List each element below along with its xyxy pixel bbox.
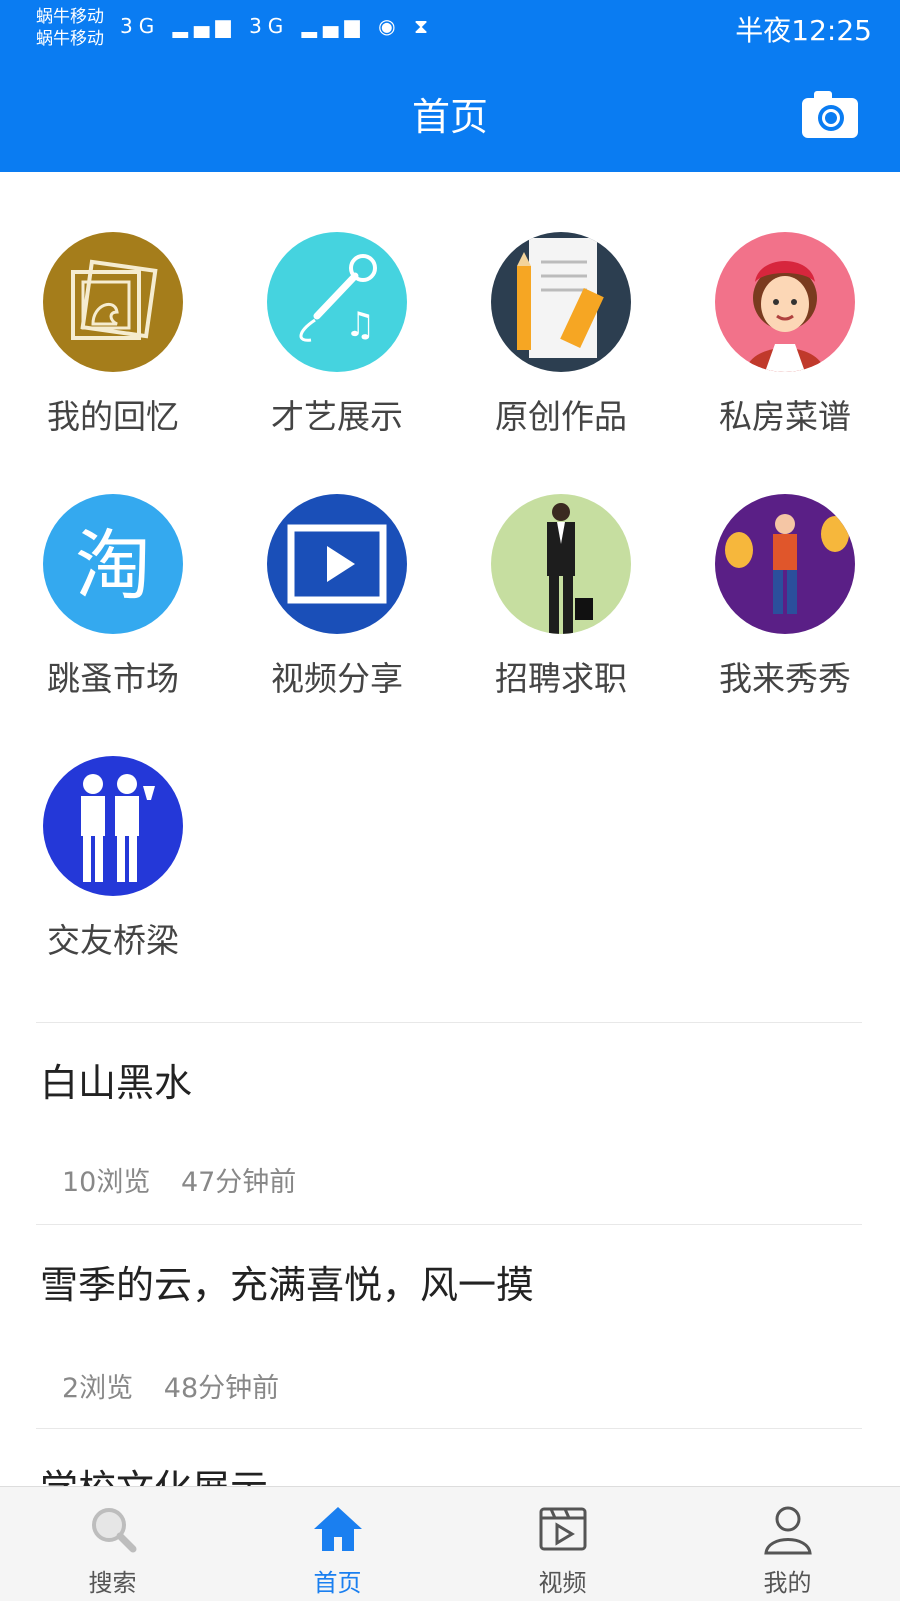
- category-label: 原创作品: [495, 397, 627, 436]
- category-recipes[interactable]: 私房菜谱: [695, 232, 875, 438]
- app-header: 首页: [0, 64, 900, 172]
- post-time: 47分钟前: [180, 1167, 297, 1198]
- category-flea-market[interactable]: 淘 跳蚤市场: [23, 494, 203, 700]
- post-meta: 2浏览 48分钟前: [62, 1366, 279, 1405]
- woman-cook-icon: [715, 232, 855, 372]
- tab-label: 我的: [763, 1569, 812, 1597]
- bottom-tab-bar: 搜索 首页 视频 我的: [0, 1486, 900, 1601]
- category-label: 跳蚤市场: [47, 659, 179, 698]
- taobao-icon: 淘: [43, 494, 183, 634]
- tab-profile[interactable]: 我的: [675, 1487, 900, 1601]
- post-title[interactable]: 雪季的云，充满喜悦，风一摸: [40, 1254, 534, 1309]
- video-player-icon: [267, 494, 407, 634]
- microphone-icon: ♫: [267, 232, 407, 372]
- post-title[interactable]: 白山黑水: [40, 1052, 192, 1107]
- divider: [36, 1224, 862, 1225]
- category-label: 我的回忆: [47, 397, 179, 436]
- search-icon: [91, 1508, 136, 1553]
- post-meta: 10浏览 47分钟前: [62, 1160, 296, 1199]
- category-show[interactable]: 我来秀秀: [695, 494, 875, 700]
- carrier-line-1: 蜗牛移动: [36, 7, 104, 27]
- tab-label: 首页: [313, 1569, 362, 1597]
- category-label: 招聘求职: [495, 659, 627, 698]
- category-label: 才艺展示: [271, 397, 403, 436]
- tab-home[interactable]: 首页: [225, 1487, 450, 1601]
- post-views: 10浏览: [62, 1167, 151, 1198]
- status-bar: 蜗牛移动 蜗牛移动 3G ▂▄▆ 3G ▂▄▆ ◉ ⧗ 半夜12:25: [0, 0, 900, 64]
- category-video-share[interactable]: 视频分享: [247, 494, 427, 700]
- post-views: 2浏览: [62, 1373, 134, 1404]
- home-icon: [313, 1507, 362, 1551]
- carrier-line-2: 蜗牛移动: [36, 29, 104, 49]
- category-jobs[interactable]: 招聘求职: [471, 494, 651, 700]
- category-label: 私房菜谱: [719, 397, 851, 436]
- video-icon: [539, 1507, 586, 1551]
- carrier-info: 蜗牛移动 蜗牛移动: [36, 6, 104, 50]
- camera-button[interactable]: [800, 88, 860, 140]
- svg-text:♫: ♫: [345, 305, 375, 345]
- tab-label: 视频: [538, 1569, 587, 1597]
- post-time: 48分钟前: [163, 1373, 280, 1404]
- category-talent[interactable]: ♫ 才艺展示: [247, 232, 427, 438]
- category-original[interactable]: 原创作品: [471, 232, 651, 438]
- businessman-icon: [491, 494, 631, 634]
- camera-icon: [802, 91, 858, 138]
- category-memories[interactable]: 我的回忆: [23, 232, 203, 438]
- two-people-icon: [43, 756, 183, 896]
- category-label: 视频分享: [271, 659, 403, 698]
- tab-label: 搜索: [88, 1569, 137, 1597]
- divider: [36, 1022, 862, 1023]
- page-title: 首页: [411, 95, 488, 139]
- pencil-paper-icon: [491, 232, 631, 372]
- divider: [36, 1428, 862, 1429]
- category-friends[interactable]: 交友桥梁: [23, 756, 203, 962]
- signal-icons: 3G ▂▄▆ 3G ▂▄▆ ◉ ⧗: [120, 14, 435, 38]
- photo-frame-icon: [43, 232, 183, 372]
- tab-search[interactable]: 搜索: [0, 1487, 225, 1601]
- tab-video[interactable]: 视频: [450, 1487, 675, 1601]
- category-label: 我来秀秀: [719, 659, 851, 698]
- user-icon: [763, 1506, 812, 1555]
- clock: 半夜12:25: [735, 14, 872, 47]
- svg-text:淘: 淘: [75, 521, 151, 610]
- party-balloons-icon: [715, 494, 855, 634]
- category-label: 交友桥梁: [47, 921, 179, 960]
